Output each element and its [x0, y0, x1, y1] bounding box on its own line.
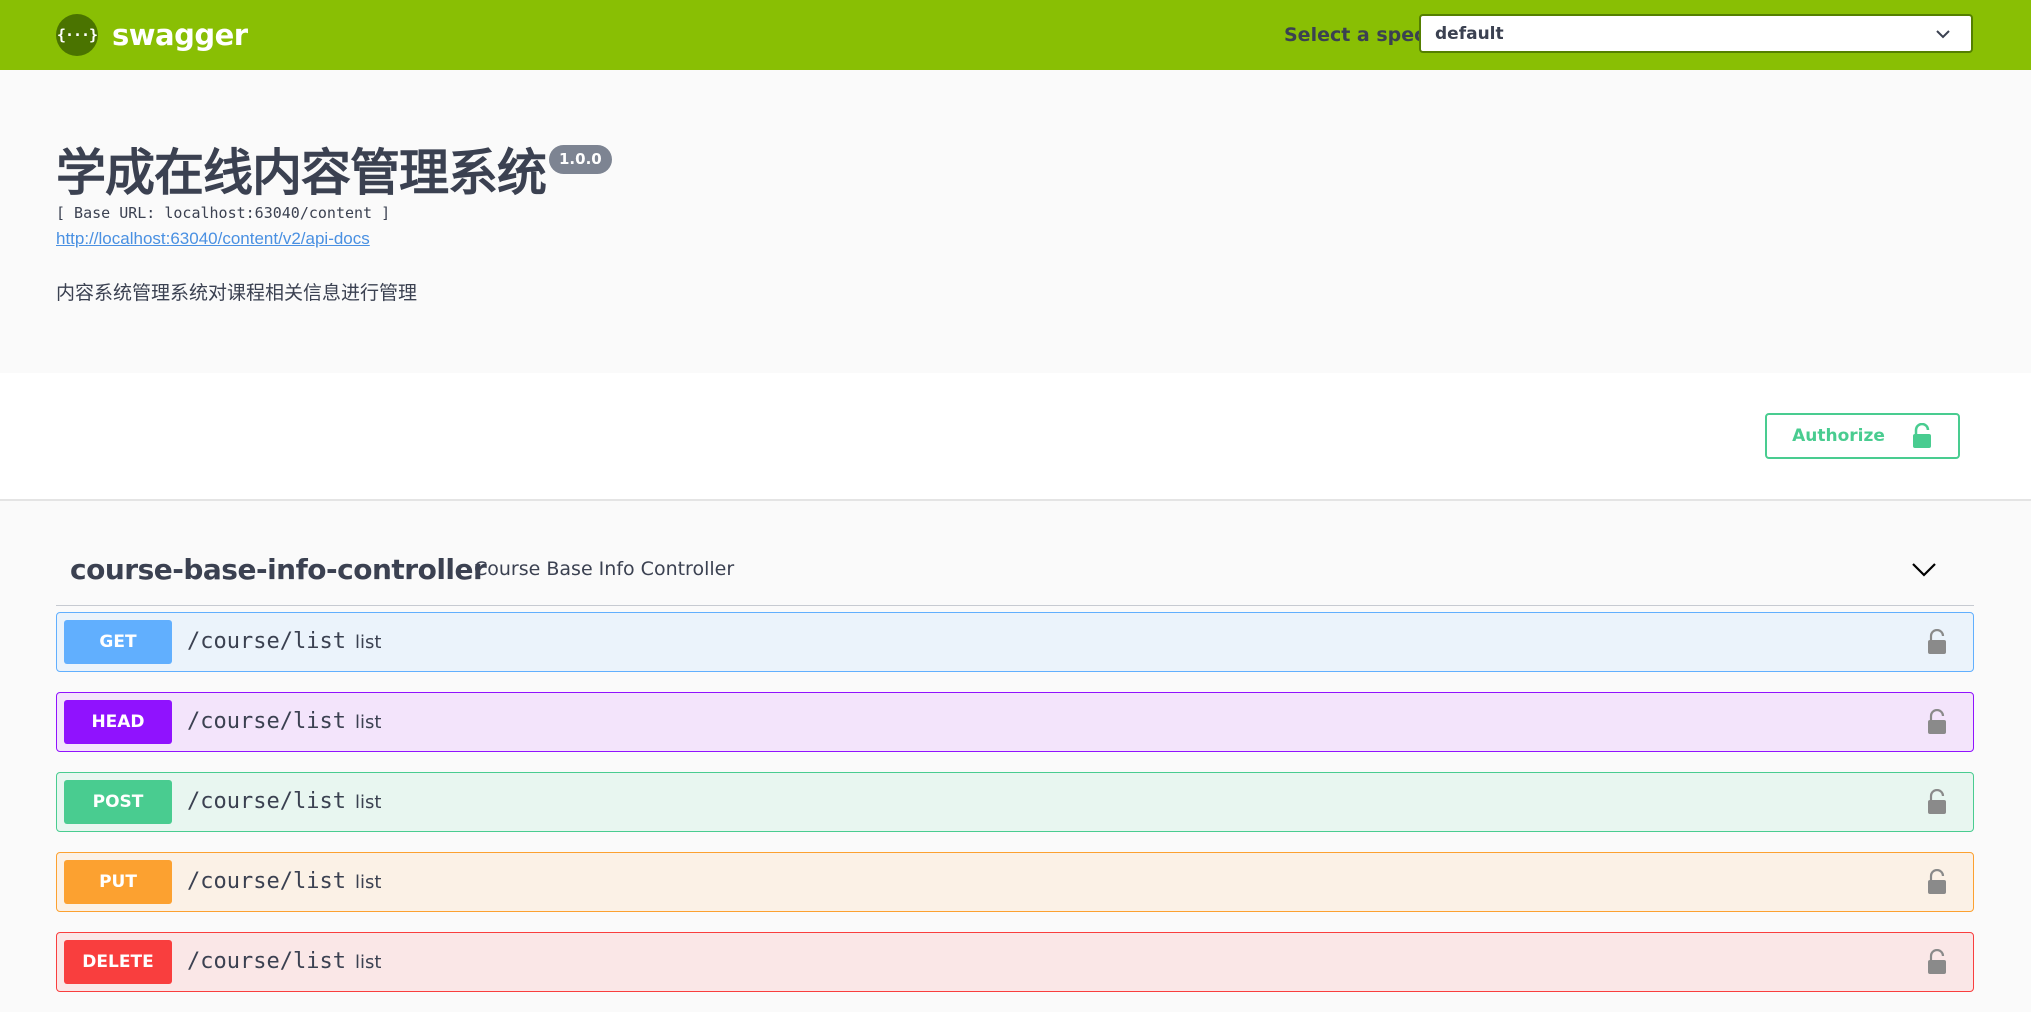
method-badge: PUT — [64, 860, 172, 904]
operation-path: /course/list — [187, 789, 346, 814]
api-description: 内容系统管理系统对课程相关信息进行管理 — [56, 282, 418, 304]
method-badge: HEAD — [64, 700, 172, 744]
tag-description: Course Base Info Controller — [474, 558, 735, 580]
operation-path: /course/list — [187, 629, 346, 654]
lock-icon[interactable] — [1927, 789, 1947, 815]
method-badge: POST — [64, 780, 172, 824]
api-docs-link[interactable]: http://localhost:63040/content/v2/api-do… — [56, 229, 370, 249]
lock-open-icon — [1912, 423, 1931, 448]
chevron-down-icon — [1936, 30, 1950, 39]
operation-summary: list — [355, 632, 382, 653]
brand-name: swagger — [112, 18, 248, 52]
operation-summary: list — [355, 952, 382, 973]
lock-icon[interactable] — [1927, 709, 1947, 735]
base-url: [ Base URL: localhost:63040/content ] — [56, 204, 391, 222]
operation-path: /course/list — [187, 949, 346, 974]
operation-head[interactable]: HEAD /course/list list — [56, 692, 1974, 752]
tag-header[interactable]: course-base-info-controller Course Base … — [56, 530, 1974, 606]
operation-summary: list — [355, 712, 382, 733]
operation-summary: list — [355, 792, 382, 813]
operation-path: /course/list — [187, 709, 346, 734]
operation-get[interactable]: GET /course/list list — [56, 612, 1974, 672]
version-badge: 1.0.0 — [549, 145, 612, 174]
operation-delete[interactable]: DELETE /course/list list — [56, 932, 1974, 992]
operation-summary: list — [355, 872, 382, 893]
spec-label: Select a spec — [1284, 24, 1426, 46]
operation-path: /course/list — [187, 869, 346, 894]
topbar: {···} swagger Select a spec default — [0, 0, 2031, 70]
lock-icon[interactable] — [1927, 869, 1947, 895]
scheme-container — [0, 373, 2031, 501]
swagger-brand[interactable]: {···} swagger — [56, 14, 248, 56]
method-badge: DELETE — [64, 940, 172, 984]
page-title: 学成在线内容管理系统 — [56, 144, 547, 202]
lock-icon[interactable] — [1927, 629, 1947, 655]
operation-post[interactable]: POST /course/list list — [56, 772, 1974, 832]
chevron-down-icon[interactable] — [1911, 556, 1937, 582]
tag-name: course-base-info-controller — [70, 553, 487, 586]
lock-icon[interactable] — [1927, 949, 1947, 975]
authorize-label: Authorize — [1792, 426, 1885, 446]
method-badge: GET — [64, 620, 172, 664]
authorize-button[interactable]: Authorize — [1765, 413, 1960, 459]
spec-selected-value: default — [1435, 23, 1504, 44]
swagger-logo-icon: {···} — [56, 14, 98, 56]
spec-select[interactable]: default — [1419, 14, 1973, 53]
operation-put[interactable]: PUT /course/list list — [56, 852, 1974, 912]
